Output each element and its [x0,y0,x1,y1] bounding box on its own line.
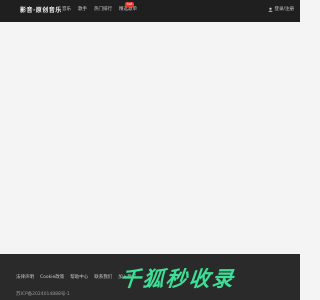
user-icon [268,7,273,12]
site-logo[interactable]: 影音·原创音乐 [20,5,62,14]
icp-license[interactable]: 苏ICP备2024014888号-1 [16,291,70,297]
footer-links: 法律声明 Cookie政策 帮助中心 联系我们 加入我们 [16,274,136,280]
login-button[interactable]: 登录/注册 [268,6,294,12]
top-header: 影音·原创音乐 音乐 歌手 热门排行 精选歌单 hot 登录/注册 [0,0,300,22]
hot-badge: hot [125,2,134,7]
nav-item-music[interactable]: 音乐 [62,6,71,12]
footer-link-cookie[interactable]: Cookie政策 [40,274,64,280]
footer-link-help[interactable]: 帮助中心 [70,274,88,280]
brand-logo: 千狐秒收录 [118,267,237,291]
login-label: 登录/注册 [274,7,294,12]
footer-link-legal[interactable]: 法律声明 [16,274,34,280]
footer: 法律声明 Cookie政策 帮助中心 联系我们 加入我们 苏ICP备202401… [0,254,300,300]
main-content-area [0,22,300,254]
footer-link-contact[interactable]: 联系我们 [94,274,112,280]
nav-item-charts[interactable]: 热门排行 [94,6,112,12]
nav-item-singers[interactable]: 歌手 [78,6,87,12]
